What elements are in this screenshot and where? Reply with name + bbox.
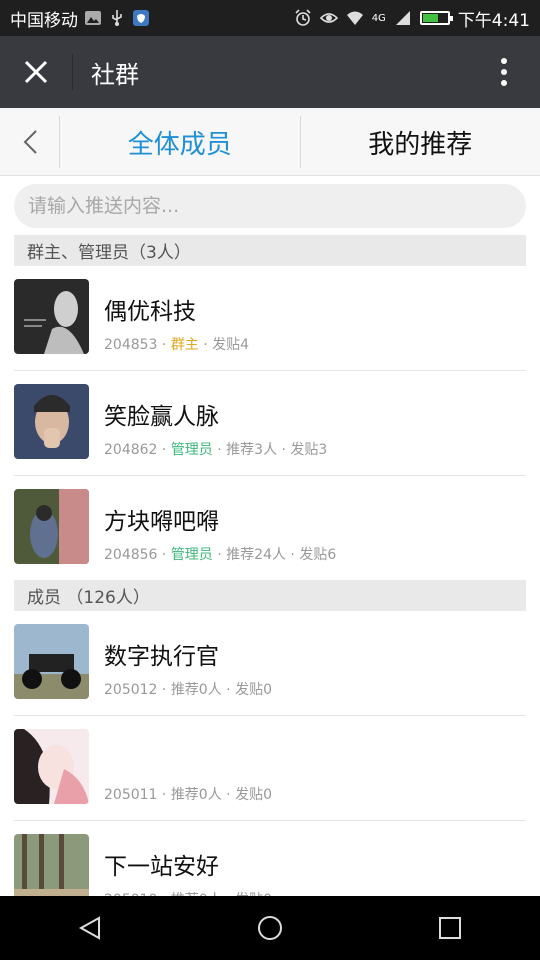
member-stats: 推荐24人 · 发贴6 — [226, 547, 337, 563]
member-meta: 204856 · 管理员 · 推荐24人 · 发贴6 — [104, 547, 337, 563]
close-button[interactable] — [0, 36, 72, 108]
image-notification-icon — [85, 11, 101, 25]
title-divider — [72, 54, 73, 90]
member-id: 205011 — [104, 787, 158, 803]
more-options-button[interactable] — [468, 36, 540, 108]
member-role: 管理员 — [170, 442, 213, 458]
tab-all-members[interactable]: 全体成员 — [60, 116, 300, 168]
member-id: 205012 — [104, 682, 158, 698]
member-id: 204856 — [104, 547, 158, 563]
member-id: 204862 — [104, 442, 158, 458]
usb-icon — [112, 10, 122, 26]
section-header-members: 成员 （126人） — [14, 580, 526, 611]
section-header-admins: 群主、管理员（3人） — [14, 235, 526, 266]
list-item[interactable]: 方块嘚吧嘚 204856 · 管理员 · 推荐24人 · 发贴6 — [14, 476, 526, 581]
member-id: 204853 — [104, 337, 158, 353]
member-name: 数字执行官 — [104, 644, 219, 670]
member-name: 笑脸赢人脉 — [104, 404, 219, 430]
tab-my-recommendations[interactable]: 我的推荐 — [299, 116, 540, 168]
network-type-label: 4G — [371, 12, 386, 24]
list-item[interactable]: 偶优科技 204853 · 群主 · 发贴4 — [14, 266, 526, 371]
back-button[interactable] — [0, 116, 60, 168]
nav-back-button[interactable] — [50, 896, 130, 960]
nav-recent-button[interactable] — [410, 896, 490, 960]
member-stats: 推荐0人 · 发贴0 — [170, 682, 272, 698]
close-icon — [24, 60, 48, 84]
member-meta: 205011 · 推荐0人 · 发贴0 — [104, 787, 272, 803]
search-input[interactable] — [28, 195, 526, 217]
carrier-label: 中国移动 — [10, 10, 78, 31]
square-recent-icon — [439, 917, 461, 939]
avatar — [14, 279, 89, 354]
search-box[interactable] — [14, 184, 526, 228]
member-role: 群主 — [170, 337, 199, 353]
circle-home-icon — [258, 916, 282, 940]
member-stats: 推荐0人 · 发贴0 — [170, 787, 272, 803]
member-meta: 205012 · 推荐0人 · 发贴0 — [104, 682, 272, 698]
member-meta: 204862 · 管理员 · 推荐3人 · 发贴3 — [104, 442, 328, 458]
status-time: 下午4:41 — [457, 10, 530, 31]
member-stats: 发贴4 — [212, 337, 250, 353]
member-name: 偶优科技 — [104, 299, 196, 325]
list-item[interactable]: 笑脸赢人脉 204862 · 管理员 · 推荐3人 · 发贴3 — [14, 371, 526, 476]
member-name: 下一站安好 — [104, 854, 219, 880]
eye-icon — [319, 13, 338, 23]
triangle-back-icon — [78, 916, 100, 940]
nav-home-button[interactable] — [230, 896, 310, 960]
member-stats: 推荐3人 · 发贴3 — [226, 442, 328, 458]
avatar — [14, 624, 89, 699]
chevron-left-icon — [23, 130, 37, 154]
avatar — [14, 489, 89, 564]
more-vertical-icon — [501, 58, 507, 86]
notification-app-icon — [133, 10, 149, 26]
title-bar: 社群 — [0, 36, 540, 108]
system-nav-bar — [0, 896, 540, 960]
battery-icon — [419, 11, 453, 25]
list-item[interactable]: 205011 · 推荐0人 · 发贴0 — [14, 716, 526, 821]
page-title: 社群 — [91, 60, 139, 89]
avatar — [14, 384, 89, 459]
list-item[interactable]: 数字执行官 205012 · 推荐0人 · 发贴0 — [14, 611, 526, 716]
alarm-icon — [295, 9, 311, 26]
signal-icon — [395, 11, 410, 25]
member-name: 方块嘚吧嘚 — [104, 509, 219, 535]
avatar — [14, 729, 89, 804]
member-meta: 204853 · 群主 · 发贴4 — [104, 337, 250, 353]
tab-bar: 全体成员 我的推荐 — [0, 108, 540, 176]
wifi-icon — [346, 11, 363, 25]
member-role: 管理员 — [170, 547, 213, 563]
status-bar: 中国移动 4G 下午4:41 — [0, 0, 540, 36]
